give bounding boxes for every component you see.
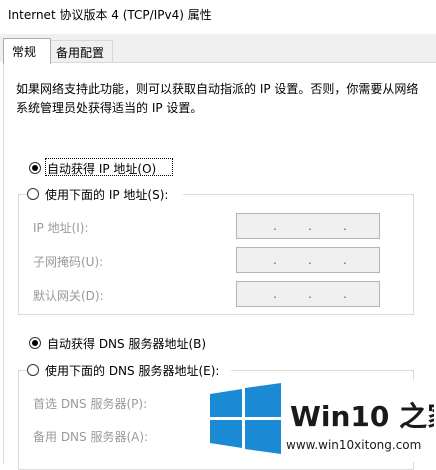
radio-selected-icon — [29, 337, 41, 349]
ip-address-input[interactable]: ... — [236, 213, 380, 239]
preferred-dns-label: 首选 DNS 服务器(P): — [33, 397, 148, 411]
auto-dns-label: 自动获得 DNS 服务器地址(B) — [47, 337, 207, 351]
tab-general-label: 常规 — [12, 45, 37, 59]
watermark-url: www.win10xitong.com — [286, 438, 421, 452]
ip-address-label: IP 地址(I): — [33, 221, 89, 235]
auto-ip-radio[interactable]: 自动获得 IP 地址(O) — [29, 158, 173, 178]
default-gateway-label: 默认网关(D): — [33, 289, 104, 303]
subnet-mask-input[interactable]: ... — [236, 247, 380, 273]
manual-ip-radio[interactable]: 使用下面的 IP 地址(S): — [27, 186, 183, 204]
radio-unselected-icon — [27, 364, 39, 376]
tab-alternate-config[interactable]: 备用配置 — [49, 40, 113, 62]
manual-dns-radio[interactable]: 使用下面的 DNS 服务器地址(E): — [27, 362, 231, 380]
auto-ip-label: 自动获得 IP 地址(O) — [47, 162, 157, 176]
watermark-brand: Win10 之家 — [290, 400, 434, 433]
subnet-mask-label: 子网掩码(U): — [33, 255, 104, 269]
default-gateway-input[interactable]: ... — [236, 281, 380, 307]
auto-dns-radio[interactable]: 自动获得 DNS 服务器地址(B) — [29, 335, 219, 353]
tab-alternate-config-label: 备用配置 — [56, 46, 105, 60]
manual-ip-label: 使用下面的 IP 地址(S): — [45, 188, 169, 202]
win10-watermark-logo: Win10 之家 www.win10xitong.com — [204, 380, 434, 462]
alternate-dns-label: 备用 DNS 服务器(A): — [33, 430, 149, 444]
tab-general[interactable]: 常规 — [3, 38, 51, 64]
radio-selected-icon — [29, 162, 41, 174]
manual-dns-label: 使用下面的 DNS 服务器地址(E): — [45, 364, 220, 378]
title-bar: Internet 协议版本 4 (TCP/IPv4) 属性 — [0, 0, 436, 34]
radio-unselected-icon — [27, 188, 39, 200]
description-text: 如果网络支持此功能，则可以获取自动指派的 IP 设置。否则，你需要从网络系统管理… — [16, 82, 419, 115]
window-title: Internet 协议版本 4 (TCP/IPv4) 属性 — [8, 8, 212, 22]
